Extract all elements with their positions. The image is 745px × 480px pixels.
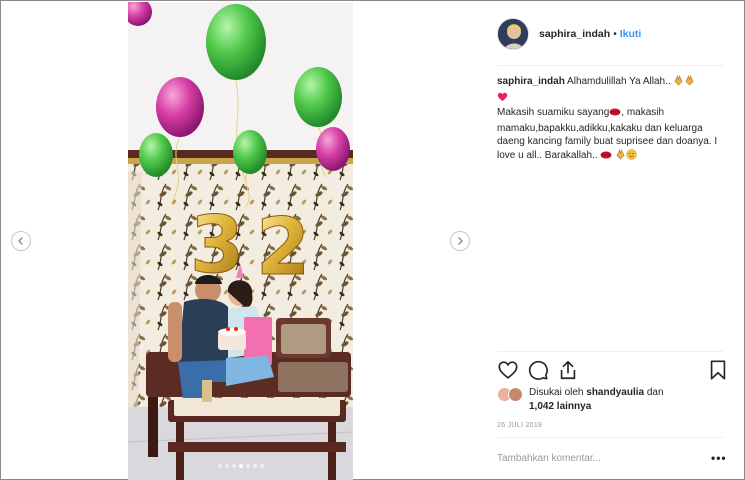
carousel-dot: [252, 464, 257, 468]
avatar-image: [498, 19, 528, 49]
post-details-panel: saphira_indah • Ikuti saphira_indah Alha…: [485, 2, 741, 480]
caption-line2: Makasih suamiku sayang: [497, 107, 610, 118]
post-actions: [497, 359, 729, 381]
bookmark-icon: [710, 360, 726, 380]
avatar[interactable]: [497, 18, 529, 50]
more-options-button[interactable]: •••: [711, 451, 727, 465]
share-button[interactable]: [557, 359, 579, 381]
actions-divider: [497, 351, 723, 352]
carousel-prev-button[interactable]: [11, 231, 31, 251]
header-divider: [497, 65, 723, 66]
carousel-dot: [224, 464, 229, 468]
likes-prefix: Disukai oleh: [529, 387, 584, 398]
carousel-dot: [217, 464, 222, 468]
instagram-post-window: 3 2 saphira_indah • Ikuti saphira_indah …: [0, 0, 745, 480]
caption-line1: Alhamdulillah Ya Allah..: [567, 76, 671, 87]
lips-emoji-icon: [609, 107, 621, 122]
save-button[interactable]: [707, 359, 729, 381]
chevron-left-icon: [18, 237, 23, 245]
likes-text: Disukai oleh shandyaulia dan 1,042 lainn…: [529, 386, 709, 413]
post-username[interactable]: saphira_indah: [539, 28, 610, 40]
chevron-right-icon: [458, 237, 463, 245]
carousel-indicator: [128, 464, 353, 468]
avatar: [508, 387, 523, 402]
heart-icon: [498, 361, 518, 379]
svg-text:2: 2: [256, 203, 310, 293]
comment-divider: [497, 437, 723, 438]
like-button[interactable]: [497, 359, 519, 381]
carousel-next-button[interactable]: [450, 231, 470, 251]
pray-emoji-icon: [673, 75, 684, 91]
liker-avatars: [497, 387, 525, 403]
comment-input[interactable]: Tambahkan komentar...: [497, 453, 687, 464]
carousel-dot: [259, 464, 264, 468]
likes-summary: Disukai oleh shandyaulia dan 1,042 lainn…: [497, 386, 709, 413]
red-heart-emoji-icon: [497, 91, 508, 107]
carousel-dot: [231, 464, 236, 468]
post-header: saphira_indah • Ikuti: [497, 18, 641, 50]
comment-button[interactable]: [527, 359, 549, 381]
post-date[interactable]: 26 JULI 2018: [497, 422, 542, 429]
carousel-dot: [245, 464, 250, 468]
carousel-dot: [238, 464, 243, 468]
follow-button[interactable]: Ikuti: [620, 28, 642, 40]
caption-username[interactable]: saphira_indah: [497, 76, 565, 87]
post-photo-image: 3 2: [128, 2, 353, 480]
liker-username[interactable]: shandyaulia: [586, 387, 644, 398]
hug-face-emoji-icon: [626, 148, 637, 165]
lips-emoji-icon: [600, 150, 612, 165]
post-photo[interactable]: 3 2: [128, 2, 353, 480]
pray-emoji-icon: [684, 75, 695, 91]
likes-connector: dan: [646, 387, 664, 398]
post-caption: saphira_indah Alhamdulillah Ya Allah.. M…: [497, 75, 725, 164]
comment-icon: [528, 360, 548, 380]
likes-count[interactable]: 1,042 lainnya: [529, 401, 591, 412]
pray-emoji-icon: [615, 148, 626, 165]
share-icon: [560, 360, 576, 380]
header-separator: •: [613, 28, 617, 40]
